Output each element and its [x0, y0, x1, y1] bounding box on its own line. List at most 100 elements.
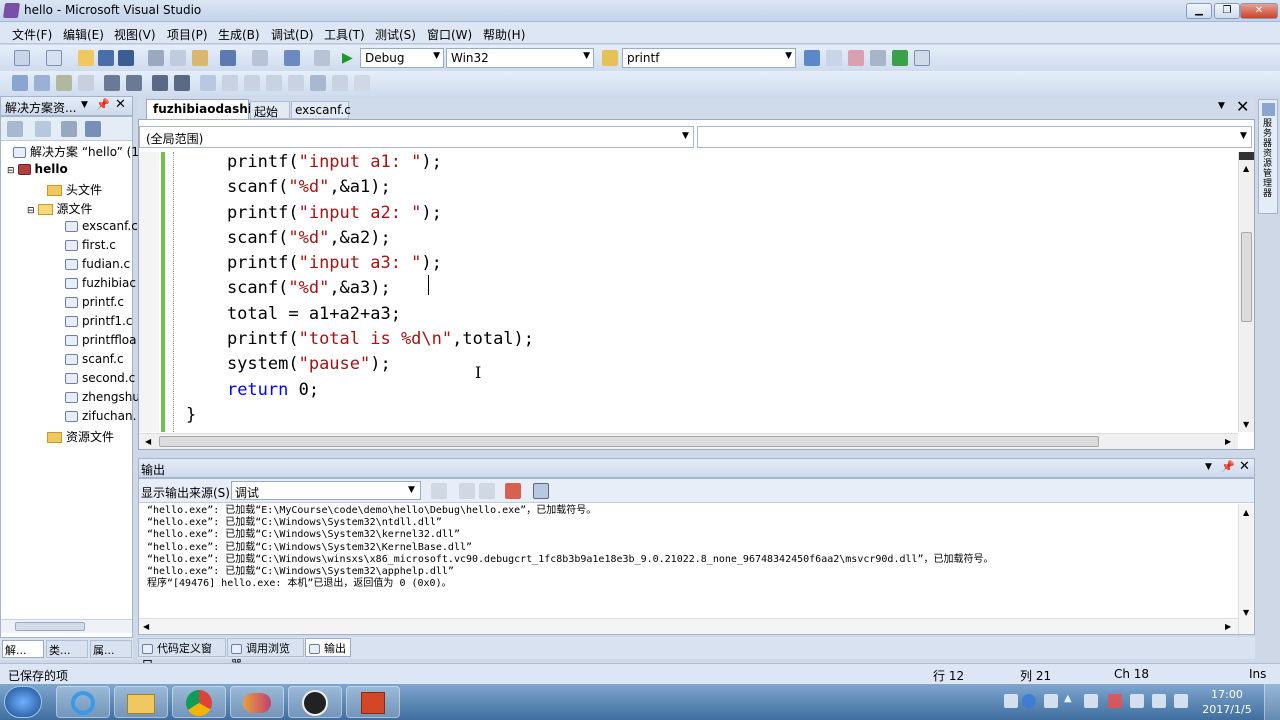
- ime-icon[interactable]: [1044, 694, 1058, 708]
- code-line[interactable]: return 0;: [186, 378, 534, 403]
- scroll-down-icon[interactable]: ▼: [1243, 420, 1249, 429]
- tree-item-file[interactable]: printffloa: [65, 333, 137, 347]
- split-handle[interactable]: [1239, 152, 1254, 160]
- open-file-icon[interactable]: [78, 50, 94, 66]
- obs-taskbar-icon[interactable]: [288, 686, 342, 718]
- project-node[interactable]: ⊟ hello: [7, 162, 68, 176]
- minimize-button[interactable]: ▁: [1186, 3, 1212, 19]
- powerpoint-taskbar-icon[interactable]: [346, 686, 400, 718]
- paste-icon[interactable]: [192, 50, 208, 66]
- undo-icon[interactable]: [220, 50, 236, 66]
- tree-item-source-files[interactable]: ⊟ 源文件: [27, 200, 93, 217]
- explorer-taskbar-icon[interactable]: [114, 686, 168, 718]
- navigate-forward-icon[interactable]: [314, 50, 330, 66]
- scroll-down-icon[interactable]: ▼: [1243, 608, 1249, 617]
- security-icon[interactable]: [1108, 694, 1122, 708]
- new-project-icon[interactable]: [14, 50, 30, 66]
- properties-icon[interactable]: [7, 121, 23, 137]
- navigate-backward-icon[interactable]: [284, 50, 300, 66]
- cut-icon[interactable]: [148, 50, 164, 66]
- class-view-icon[interactable]: [85, 121, 101, 137]
- toggle-bookmark-icon[interactable]: [200, 75, 216, 91]
- uncomment-icon[interactable]: [174, 75, 190, 91]
- scroll-right-icon[interactable]: ▶: [1225, 622, 1231, 631]
- close-icon[interactable]: ✕: [115, 97, 126, 112]
- pin-icon[interactable]: 📌: [96, 98, 110, 111]
- tree-item-file[interactable]: second.c: [65, 371, 135, 385]
- quick-info-icon[interactable]: [56, 75, 72, 91]
- tree-item-file[interactable]: printf1.c: [65, 314, 132, 328]
- code-line[interactable]: total = a1+a2+a3;: [186, 302, 534, 327]
- next-bookmark-folder-icon[interactable]: [288, 75, 304, 91]
- platform-select[interactable]: Win32 ▼: [446, 48, 594, 68]
- tree-item-file[interactable]: fudian.c: [65, 257, 130, 271]
- collapse-icon[interactable]: ⊟: [7, 166, 15, 176]
- save-icon[interactable]: [98, 50, 114, 66]
- menu-tools[interactable]: 工具(T): [324, 26, 365, 43]
- solution-explorer-icon[interactable]: [804, 50, 820, 66]
- network-icon[interactable]: [1130, 694, 1144, 708]
- prev-bookmark-folder-icon[interactable]: [266, 75, 282, 91]
- menu-test[interactable]: 测试(S): [375, 26, 416, 43]
- tab-call-browser[interactable]: 调用浏览器: [227, 638, 304, 671]
- code-line[interactable]: scanf("%d",&a2);: [186, 226, 534, 251]
- copy-icon[interactable]: [170, 50, 186, 66]
- refresh-icon[interactable]: [61, 121, 77, 137]
- find-bookmark-icon[interactable]: [354, 75, 370, 91]
- editor-horizontal-scrollbar[interactable]: ◀ ▶: [139, 433, 1238, 449]
- redo-icon[interactable]: [252, 50, 268, 66]
- save-all-icon[interactable]: [118, 50, 134, 66]
- tab-code-definition[interactable]: 代码定义窗口: [138, 638, 226, 671]
- tab-list-icon[interactable]: ▼: [1218, 101, 1225, 111]
- close-button[interactable]: ✕: [1240, 3, 1278, 19]
- code-line[interactable]: scanf("%d",&a3);: [186, 276, 534, 301]
- clock[interactable]: 17:00 2017/1/5: [1200, 687, 1254, 717]
- show-all-files-icon[interactable]: [35, 121, 51, 137]
- scrollbar-thumb[interactable]: [1241, 232, 1252, 322]
- help-icon[interactable]: [1022, 694, 1036, 708]
- tree-item-file[interactable]: zhengshu: [65, 390, 140, 404]
- scroll-right-icon[interactable]: ▶: [1225, 437, 1231, 446]
- add-item-icon[interactable]: [46, 50, 62, 66]
- tools-icon[interactable]: [870, 50, 886, 66]
- properties-icon[interactable]: [826, 50, 842, 66]
- scrollbar-thumb[interactable]: [159, 436, 1099, 447]
- start-debugging-icon[interactable]: ▶: [342, 50, 358, 66]
- prev-message-icon[interactable]: [459, 483, 475, 499]
- toolbox-icon[interactable]: [848, 50, 864, 66]
- tree-item-resource-files[interactable]: 资源文件: [47, 428, 114, 445]
- scroll-up-icon[interactable]: ▲: [1243, 508, 1249, 517]
- keyboard-icon[interactable]: [1004, 694, 1018, 708]
- vertical-scrollbar[interactable]: ▲ ▼: [1238, 152, 1254, 432]
- code-line[interactable]: printf("input a3: ");: [186, 251, 534, 276]
- dropdown-icon[interactable]: ▼: [81, 100, 88, 110]
- output-source-select[interactable]: 调试 ▼: [231, 481, 421, 500]
- tab-output[interactable]: 输出: [305, 638, 351, 657]
- output-text[interactable]: “hello.exe”: 已加载“E:\MyCourse\code\demo\h…: [147, 505, 994, 590]
- code-line[interactable]: printf("input a1: ");: [186, 150, 534, 175]
- tab-solution[interactable]: 解...: [2, 640, 44, 658]
- code-text[interactable]: printf("input a1: "); scanf("%d",&a1); p…: [186, 150, 534, 428]
- show-desktop-button[interactable]: [1264, 684, 1280, 720]
- close-icon[interactable]: ✕: [1239, 459, 1250, 474]
- member-select[interactable]: ▼: [697, 126, 1252, 148]
- visual-studio-taskbar-icon[interactable]: [230, 686, 284, 718]
- menu-help[interactable]: 帮助(H): [483, 26, 525, 43]
- menu-debug[interactable]: 调试(D): [271, 26, 314, 43]
- next-message-icon[interactable]: [479, 483, 495, 499]
- tree-item-file[interactable]: zifuchan.: [65, 409, 136, 423]
- code-line[interactable]: printf("total is %d\n",total);: [186, 327, 534, 352]
- scroll-left-icon[interactable]: ◀: [143, 622, 149, 631]
- output-vertical-scrollbar[interactable]: ▲ ▼: [1238, 504, 1254, 634]
- output-horizontal-scrollbar[interactable]: ◀ ▶: [139, 618, 1238, 634]
- clear-all-icon[interactable]: [505, 483, 521, 499]
- menu-build[interactable]: 生成(B): [218, 26, 260, 43]
- volume-icon[interactable]: [1174, 694, 1188, 708]
- tree-item-file[interactable]: exscanf.c: [65, 219, 138, 233]
- window-layout-icon[interactable]: [914, 50, 930, 66]
- flag-icon[interactable]: [1084, 694, 1098, 708]
- tree-item-file[interactable]: fuzhibiac: [65, 276, 136, 290]
- scroll-up-icon[interactable]: ▲: [1243, 164, 1249, 173]
- close-tab-icon[interactable]: ✕: [1236, 97, 1249, 116]
- increase-indent-icon[interactable]: [126, 75, 142, 91]
